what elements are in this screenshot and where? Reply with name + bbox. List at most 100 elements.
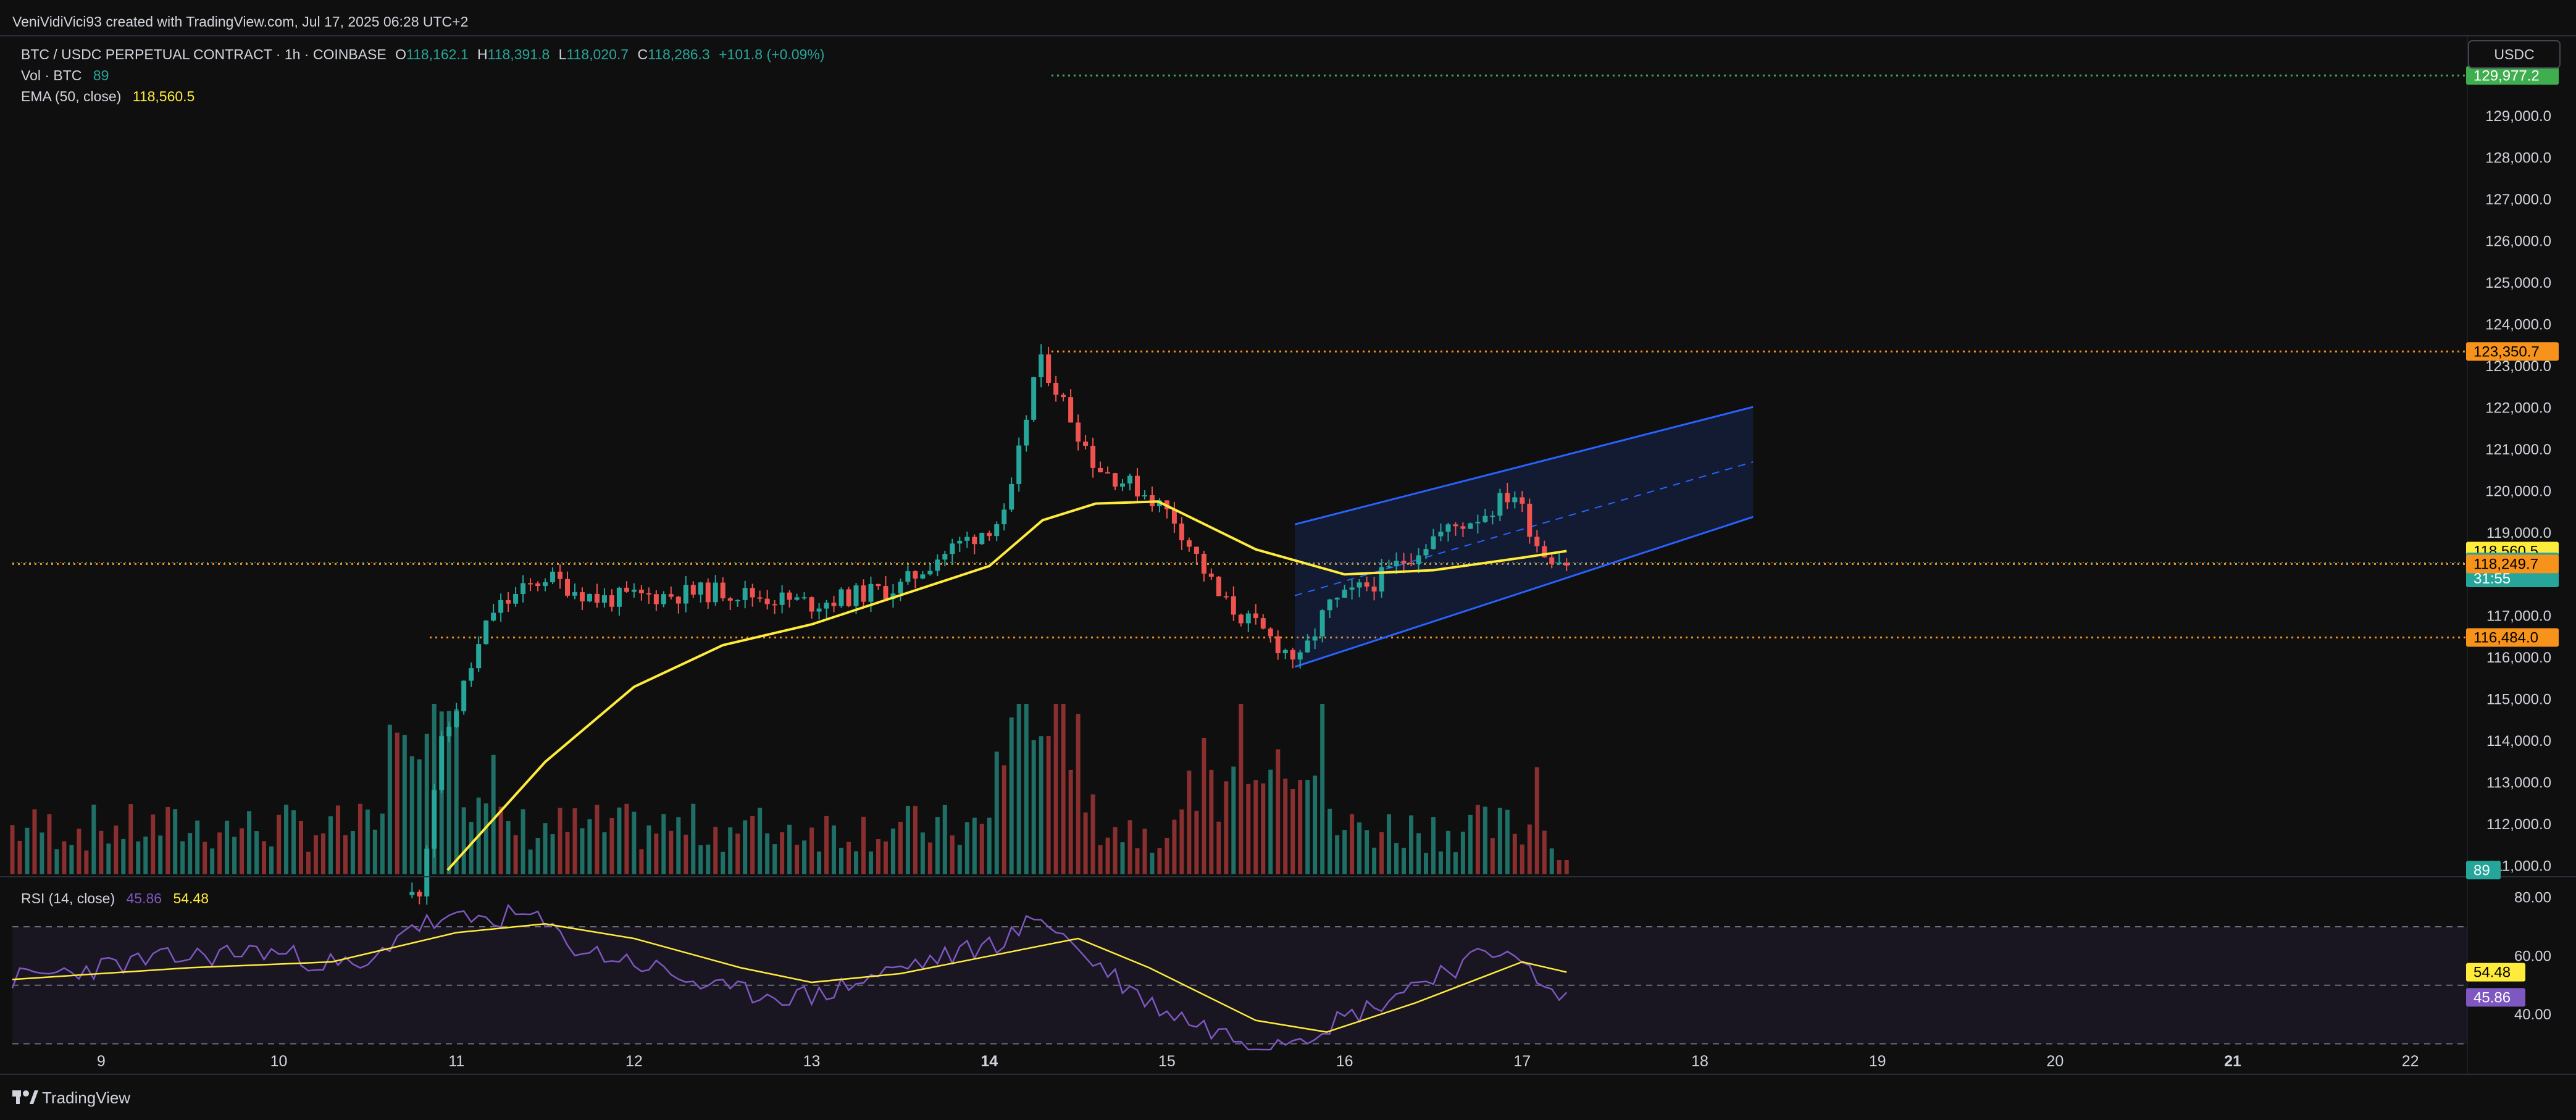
- candle-body: [972, 537, 977, 545]
- volume-bar: [676, 817, 681, 874]
- volume-bar: [1431, 817, 1436, 874]
- candle-body: [683, 585, 688, 604]
- volume-bar: [935, 817, 940, 874]
- volume-bar: [691, 803, 696, 874]
- candle-body: [853, 585, 859, 606]
- volume-bar: [624, 803, 629, 874]
- volume-bar: [617, 807, 622, 874]
- candle-body: [565, 579, 571, 596]
- candle-body: [1357, 582, 1362, 588]
- volume-bar: [1268, 769, 1273, 874]
- volume-bar: [1135, 848, 1140, 874]
- volume-bar: [1209, 769, 1214, 874]
- volume-bar: [898, 821, 903, 874]
- candle-body: [750, 588, 755, 598]
- volume-bar: [136, 841, 141, 874]
- candle-body: [1268, 629, 1273, 637]
- volume-bar: [1216, 821, 1221, 874]
- volume-bar: [1497, 808, 1502, 874]
- price-tick-label: 116,000.0: [2486, 650, 2551, 666]
- volume-bar: [469, 822, 474, 874]
- footer-brand: TradingView: [42, 1089, 130, 1107]
- volume-bar: [328, 816, 333, 874]
- volume-bar: [905, 806, 910, 874]
- rsi-label-text: 54.48: [2474, 964, 2511, 981]
- volume-bar: [350, 830, 355, 874]
- candle-body: [1105, 472, 1111, 474]
- volume-bar: [1283, 779, 1288, 874]
- price-tick-label: 113,000.0: [2486, 775, 2551, 792]
- candle-body: [1482, 516, 1488, 522]
- volume-bar: [1357, 822, 1362, 874]
- volume-bar: [535, 838, 540, 874]
- volume-bar: [1342, 830, 1347, 874]
- volume-bar: [121, 838, 126, 874]
- volume-bar: [365, 809, 370, 874]
- time-tick-label: 20: [2046, 1053, 2064, 1070]
- volume-bar: [1527, 824, 1532, 874]
- volume-bar: [706, 844, 711, 874]
- candle-body: [558, 571, 563, 579]
- volume-bar: [461, 807, 466, 874]
- volume-bar: [1453, 852, 1458, 874]
- volume-bar: [1039, 736, 1043, 874]
- candle-body: [1416, 555, 1421, 564]
- volume-bar: [217, 832, 222, 874]
- volume-bar: [320, 833, 325, 874]
- volume-bar: [1068, 769, 1073, 874]
- volume-bar: [1113, 827, 1118, 874]
- candle-body: [609, 595, 614, 607]
- candle-body: [979, 532, 985, 545]
- volume-bar: [890, 828, 895, 874]
- candle-body: [1260, 618, 1266, 629]
- volume-bar: [950, 835, 955, 874]
- candle-body: [653, 594, 659, 604]
- volume-bar: [1482, 806, 1487, 874]
- candle-body: [1290, 650, 1295, 660]
- candle-body: [861, 585, 866, 602]
- candle-body: [920, 574, 926, 579]
- candle-body: [1046, 354, 1052, 383]
- volume-bar: [77, 829, 82, 874]
- candle-body: [898, 582, 903, 594]
- volume-bar: [780, 832, 785, 874]
- candle-body: [587, 593, 592, 602]
- volume-bar: [343, 835, 348, 874]
- currency-button-label[interactable]: USDC: [2494, 46, 2534, 62]
- time-tick-label: 22: [2402, 1053, 2419, 1070]
- volume-bar: [868, 851, 873, 874]
- volume-bar: [10, 825, 15, 874]
- price-label-text: 118,249.7: [2474, 556, 2538, 572]
- candle-body: [528, 583, 533, 585]
- volume-bar: [1335, 835, 1340, 874]
- volume-bar: [1490, 838, 1495, 874]
- chart-canvas[interactable]: 129,000.0 128,000.0 127,000.0 126,000.0 125,…: [0, 0, 2576, 1120]
- candle-body: [1024, 419, 1029, 446]
- volume-bar: [883, 841, 888, 874]
- volume-bar: [802, 840, 807, 874]
- volume-bar: [1253, 780, 1258, 874]
- volume-bar: [173, 809, 178, 874]
- volume-bar: [987, 817, 992, 874]
- volume-bar: [957, 845, 962, 874]
- volume-bar: [313, 835, 318, 874]
- volume-bar: [572, 808, 577, 874]
- legend-ohlc: BTC / USDC PERPETUAL CONTRACT · 1h · COI…: [21, 46, 824, 62]
- volume-bar: [817, 851, 822, 874]
- candle-body: [1076, 422, 1081, 442]
- volume-bar: [1475, 804, 1480, 874]
- volume-bar: [543, 823, 548, 874]
- rsi-tick-label: 60.00: [2514, 948, 2551, 964]
- volume-bar: [188, 833, 193, 874]
- volume-bar: [372, 829, 377, 874]
- volume-bar: [795, 845, 800, 874]
- volume-bar: [513, 835, 518, 874]
- volume-bar: [262, 841, 267, 874]
- candle-body: [668, 594, 674, 597]
- volume-bar: [580, 828, 585, 874]
- volume-bar: [358, 803, 362, 874]
- volume-bar: [269, 846, 274, 874]
- candle-body: [1216, 577, 1221, 596]
- candle-body: [883, 586, 889, 600]
- legend-symbol: BTC / USDC PERPETUAL CONTRACT · 1h · COI…: [21, 46, 387, 62]
